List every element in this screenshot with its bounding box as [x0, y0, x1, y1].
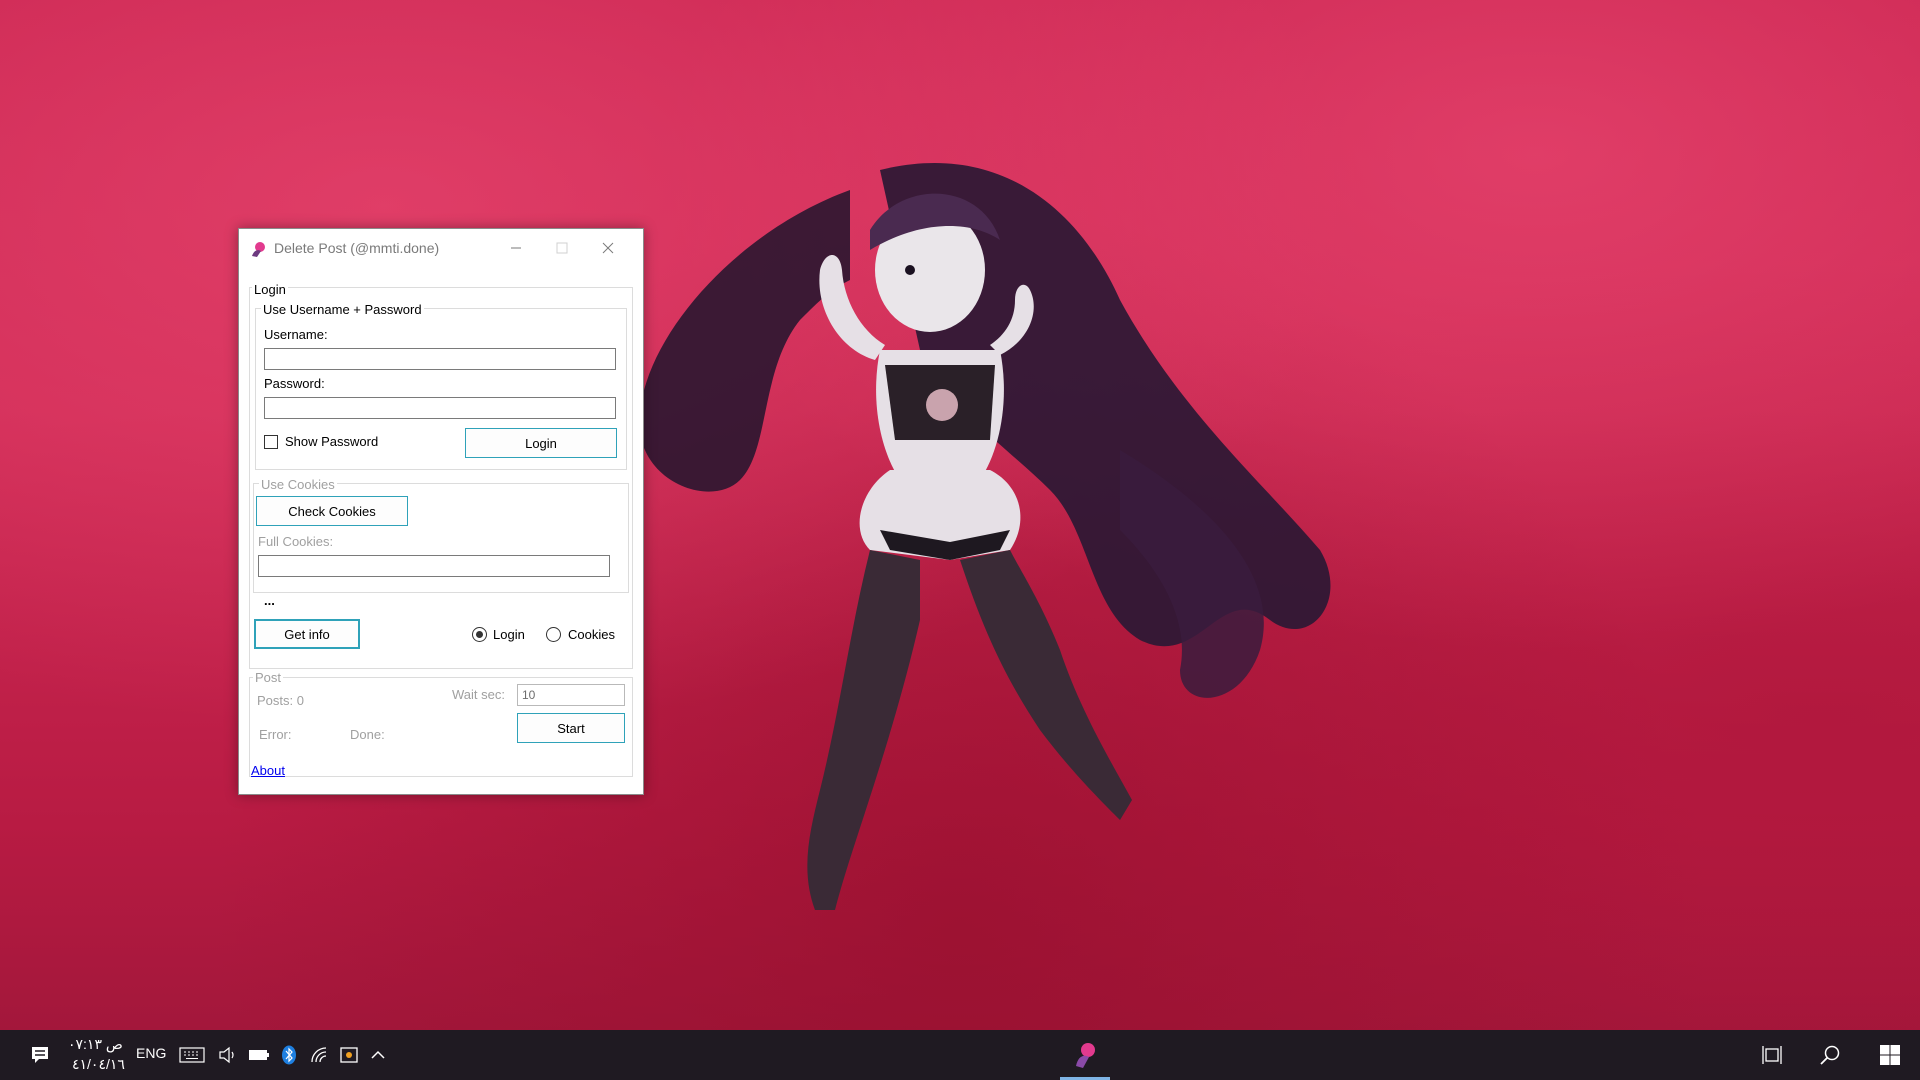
battery-button[interactable]	[244, 1030, 274, 1080]
minimize-button[interactable]	[493, 233, 539, 263]
close-icon	[602, 242, 614, 254]
cookies-group-label: Use Cookies	[259, 477, 337, 492]
login-group-label: Login	[252, 282, 288, 297]
radio-selected-dot	[476, 631, 483, 638]
wallpaper-character-art	[639, 162, 1331, 910]
maximize-icon	[556, 242, 568, 254]
app-icon	[252, 242, 265, 257]
password-field[interactable]	[264, 397, 616, 419]
action-center-button[interactable]	[22, 1030, 58, 1080]
login-mode-radio[interactable]	[472, 627, 487, 642]
full-cookies-field[interactable]	[258, 555, 610, 577]
tray-app-icon	[340, 1047, 358, 1063]
maximize-button	[539, 233, 585, 263]
login-button[interactable]: Login	[465, 428, 617, 458]
cookies-mode-radio[interactable]	[546, 627, 561, 642]
userpass-group-label: Use Username + Password	[261, 302, 424, 317]
window-title: Delete Post (@mmti.done)	[274, 240, 440, 256]
wifi-icon	[311, 1047, 327, 1063]
network-button[interactable]	[306, 1030, 334, 1080]
windows-logo-icon	[1880, 1045, 1900, 1065]
get-info-button[interactable]: Get info	[254, 619, 360, 649]
close-button[interactable]	[585, 233, 631, 263]
done-label: Done:	[350, 727, 385, 742]
start-button-windows[interactable]	[1868, 1030, 1912, 1080]
volume-button[interactable]	[214, 1030, 242, 1080]
language-indicator[interactable]: ENG	[136, 1045, 166, 1061]
show-password-checkbox[interactable]	[264, 435, 278, 449]
app-icon	[1076, 1043, 1095, 1068]
taskbar-time[interactable]: ص ٠٧:١٣	[68, 1036, 123, 1053]
show-hidden-icons-button[interactable]	[364, 1030, 392, 1080]
keyboard-icon	[179, 1047, 205, 1063]
cookies-mode-label[interactable]: Cookies	[568, 627, 615, 642]
start-button[interactable]: Start	[517, 713, 625, 743]
taskbar: ص ٠٧:١٣ ٤١/٠٤/١٦ ENG	[0, 1030, 1920, 1080]
task-view-icon	[1762, 1046, 1782, 1064]
show-password-label[interactable]: Show Password	[285, 434, 378, 449]
battery-icon	[249, 1050, 269, 1060]
error-label: Error:	[259, 727, 292, 742]
delete-post-window: Delete Post (@mmti.done) Login Use Usern…	[238, 228, 644, 795]
search-button[interactable]	[1810, 1030, 1850, 1080]
full-cookies-label: Full Cookies:	[258, 534, 334, 549]
wait-sec-label: Wait sec:	[452, 687, 505, 702]
minimize-icon	[511, 247, 521, 249]
username-field[interactable]	[264, 348, 616, 370]
post-group-label: Post	[253, 670, 284, 685]
chevron-up-icon	[371, 1050, 385, 1059]
about-link[interactable]: About	[251, 763, 285, 778]
posts-count: Posts: 0	[257, 693, 304, 708]
touch-keyboard-button[interactable]	[176, 1030, 208, 1080]
bluetooth-button[interactable]	[276, 1030, 302, 1080]
wait-sec-field[interactable]	[517, 684, 625, 706]
login-mode-label[interactable]: Login	[493, 627, 525, 642]
status-text: ...	[264, 593, 275, 608]
notification-icon	[32, 1047, 48, 1063]
username-label: Username:	[264, 327, 328, 342]
taskbar-date[interactable]: ٤١/٠٤/١٦	[72, 1056, 125, 1073]
search-icon	[1820, 1045, 1840, 1065]
window-titlebar[interactable]: Delete Post (@mmti.done)	[239, 229, 643, 267]
check-cookies-button[interactable]: Check Cookies	[256, 496, 408, 526]
tray-app-button[interactable]	[334, 1030, 364, 1080]
bluetooth-icon	[282, 1045, 296, 1065]
password-label: Password:	[264, 376, 325, 391]
task-view-button[interactable]	[1752, 1030, 1792, 1080]
taskbar-app-delete-post[interactable]	[1060, 1030, 1110, 1080]
volume-icon	[219, 1046, 234, 1064]
